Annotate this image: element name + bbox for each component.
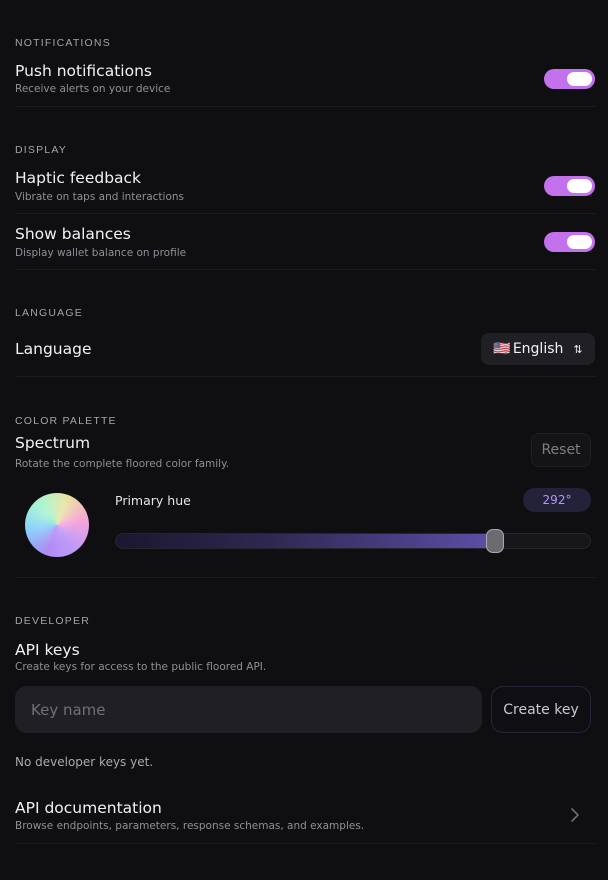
primary-hue-label: Primary hue (115, 493, 191, 508)
toggle-knob (567, 72, 592, 86)
section-label-language: LANGUAGE (15, 307, 83, 319)
section-label-developer: DEVELOPER (15, 615, 90, 627)
show-balances-subtitle: Display wallet balance on profile (15, 247, 187, 259)
hue-slider-fill (116, 534, 497, 548)
empty-keys-note: No developer keys yet. (15, 755, 154, 769)
create-key-button[interactable]: Create key (491, 686, 591, 733)
push-notifications-subtitle: Receive alerts on your device (15, 83, 171, 95)
chevron-right-icon (571, 808, 579, 822)
divider (15, 213, 595, 214)
divider (15, 106, 595, 107)
divider (15, 269, 595, 270)
hue-slider-thumb[interactable] (486, 529, 505, 553)
flag-us-icon: 🇺🇸 (493, 341, 511, 357)
toggle-knob (567, 235, 592, 249)
api-documentation-subtitle: Browse endpoints, parameters, response s… (15, 820, 365, 832)
swap-arrows-icon: ⇅ (573, 342, 583, 356)
haptic-feedback-subtitle: Vibrate on taps and interactions (15, 191, 184, 203)
spectrum-title: Spectrum (15, 434, 91, 452)
push-notifications-toggle[interactable] (544, 69, 595, 89)
spectrum-subtitle: Rotate the complete floored color family… (15, 458, 230, 470)
show-balances-toggle[interactable] (544, 232, 595, 252)
api-documentation-row[interactable]: API documentation Browse endpoints, para… (0, 790, 608, 842)
language-select-button[interactable]: 🇺🇸 English ⇅ (481, 333, 595, 365)
section-label-notifications: NOTIFICATIONS (15, 37, 111, 49)
divider (15, 376, 595, 377)
api-keys-subtitle: Create keys for access to the public flo… (15, 661, 267, 673)
toggle-knob (567, 179, 592, 193)
language-selected-label: English (512, 341, 564, 357)
section-label-color-palette: COLOR PALETTE (15, 415, 117, 427)
section-label-display: DISPLAY (15, 144, 67, 156)
color-preview-orb (25, 493, 89, 557)
divider (15, 843, 595, 844)
key-name-input[interactable] (15, 686, 482, 733)
push-notifications-title: Push notifications (15, 62, 152, 80)
language-title: Language (15, 340, 92, 358)
api-keys-title: API keys (15, 641, 80, 659)
divider (15, 577, 595, 578)
hue-value-badge: 292° (523, 488, 591, 512)
haptic-feedback-toggle[interactable] (544, 176, 595, 196)
hue-slider-track[interactable] (115, 533, 591, 549)
reset-button[interactable]: Reset (531, 433, 591, 467)
haptic-feedback-title: Haptic feedback (15, 169, 142, 187)
show-balances-title: Show balances (15, 225, 131, 243)
api-documentation-title: API documentation (15, 799, 162, 817)
